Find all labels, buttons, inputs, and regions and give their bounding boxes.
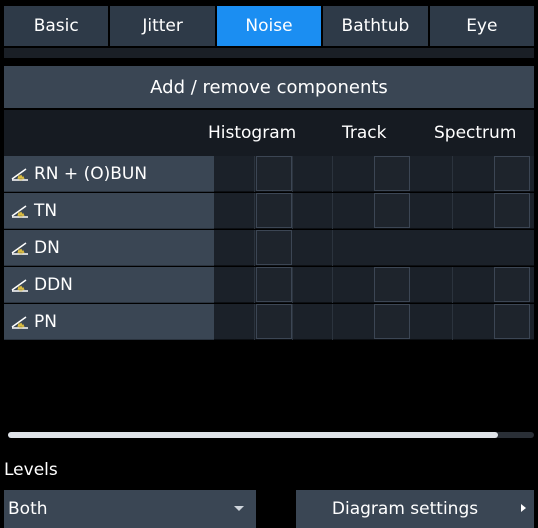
row-label-dn[interactable]: DN [4,230,214,266]
histogram-checkbox[interactable] [256,267,292,302]
tab-eye[interactable]: Eye [429,6,535,46]
levels-selected-value: Both [8,499,48,519]
cell-divider [254,304,255,340]
spectrum-checkbox[interactable] [494,193,530,228]
table-row: DN [4,230,534,266]
levels-label: Levels [4,460,58,480]
track-checkbox[interactable] [374,156,410,191]
cell-divider [332,230,333,266]
column-header-spectrum: Spectrum [434,123,517,143]
levels-dropdown[interactable]: Both [4,490,256,528]
cell-divider [332,193,333,229]
cell-divider [452,304,453,340]
horizontal-scrollbar-thumb[interactable] [8,432,498,438]
tab-bathtub[interactable]: Bathtub [323,6,428,46]
table-empty-area [4,344,534,430]
histogram-checkbox[interactable] [256,230,292,265]
cell-divider [332,156,333,192]
cell-divider [254,267,255,303]
table-row: TN [4,193,534,229]
chevron-right-icon [521,504,526,512]
row-label-ddn[interactable]: DDN [4,267,214,303]
diagram-settings-label: Diagram settings [331,499,479,519]
histogram-checkbox[interactable] [256,193,292,228]
row-label-text: TN [34,200,58,221]
row-label-text: PN [34,311,57,332]
row-label-text: DN [34,237,60,258]
cell-divider [254,230,255,266]
table-row: RN + (O)BUN [4,156,534,192]
cell-divider [292,193,293,229]
track-checkbox[interactable] [374,193,410,228]
diagram-settings-button[interactable]: Diagram settings [296,490,534,528]
tab-basic[interactable]: Basic [4,6,109,46]
cell-divider [254,193,255,229]
spectrum-checkbox[interactable] [494,156,530,191]
noise-waveform-icon [11,315,28,329]
cell-divider [452,156,453,192]
add-remove-components-button[interactable]: Add / remove components [4,66,534,108]
column-header-track: Track [342,123,387,143]
noise-waveform-icon [11,241,28,255]
row-label-tn[interactable]: TN [4,193,214,229]
cell-divider [292,304,293,340]
tab-underline-strip [4,48,534,58]
track-checkbox[interactable] [374,304,410,339]
tab-bar: Basic Jitter Noise Bathtub Eye [4,6,535,46]
noise-waveform-icon [11,204,28,218]
table-row: PN [4,304,534,340]
spectrum-checkbox[interactable] [494,267,530,302]
row-cells [214,156,534,192]
row-label-rn-obun[interactable]: RN + (O)BUN [4,156,214,192]
row-label-text: RN + (O)BUN [34,163,148,184]
row-cells [214,193,534,229]
cell-divider [452,267,453,303]
row-cells [214,304,534,340]
row-cells [214,230,534,266]
row-cells [214,267,534,303]
column-header-histogram: Histogram [208,123,297,143]
row-label-pn[interactable]: PN [4,304,214,340]
track-checkbox[interactable] [374,267,410,302]
cell-divider [254,156,255,192]
noise-panel: Basic Jitter Noise Bathtub Eye Add / rem… [0,0,538,528]
row-label-text: DDN [34,274,73,295]
tab-jitter[interactable]: Jitter [110,6,215,46]
cell-divider [292,156,293,192]
tab-noise[interactable]: Noise [216,6,322,46]
cell-divider [452,193,453,229]
histogram-checkbox[interactable] [256,304,292,339]
cell-divider [332,267,333,303]
table-header: Histogram Track Spectrum [4,110,534,156]
chevron-down-icon [234,506,244,511]
cell-divider [332,304,333,340]
histogram-checkbox[interactable] [256,156,292,191]
table-row: DDN [4,267,534,303]
noise-waveform-icon [11,167,28,181]
spectrum-checkbox[interactable] [494,304,530,339]
noise-waveform-icon [11,278,28,292]
cell-divider [292,267,293,303]
